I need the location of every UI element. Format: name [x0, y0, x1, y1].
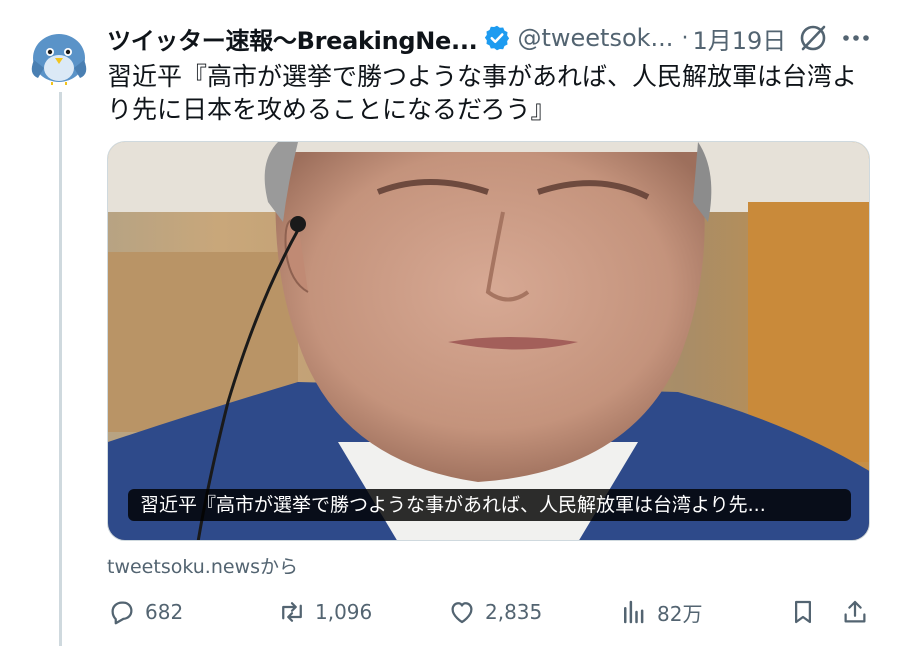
- reply-icon: [111, 601, 133, 625]
- reply-button[interactable]: 682: [107, 594, 183, 630]
- retweet-icon: [282, 602, 302, 622]
- like-button[interactable]: 2,835: [447, 594, 542, 630]
- views-button[interactable]: 82万: [619, 594, 702, 630]
- tweet-text: 習近平『高市が選挙で勝つような事があれば、人民解放軍は台湾より先に日本を攻めるこ…: [107, 62, 858, 124]
- like-count: 2,835: [485, 600, 543, 624]
- share-button[interactable]: [840, 594, 870, 630]
- thread-line: [59, 92, 62, 646]
- user-handle[interactable]: @tweetsok...: [517, 24, 673, 52]
- tweet-media[interactable]: 習近平『高市が選挙で勝つような事があれば、人民解放軍は台湾より先...: [107, 141, 870, 541]
- bird-avatar-icon: [31, 34, 87, 85]
- bookmark-button[interactable]: [788, 594, 818, 630]
- tweet-date[interactable]: 1月19日: [692, 21, 786, 56]
- tweet-header: ツイッター速報〜BreakingNe... @tweetsok... · 1月1…: [107, 20, 882, 56]
- view-count: 82万: [657, 601, 703, 626]
- like-icon: [451, 602, 473, 624]
- action-bar: 682 1,096 2,835 82万: [107, 594, 877, 630]
- avatar[interactable]: [28, 24, 90, 86]
- display-name[interactable]: ツイッター速報〜BreakingNe...: [107, 21, 478, 56]
- retweet-button[interactable]: 1,096: [277, 594, 372, 630]
- link-source[interactable]: tweetsoku.newsから: [107, 552, 298, 579]
- retweet-count: 1,096: [315, 600, 373, 624]
- bookmark-icon: [795, 600, 811, 624]
- reply-count: 682: [145, 600, 184, 624]
- grok-icon[interactable]: [797, 22, 829, 54]
- photo-image: [108, 142, 869, 540]
- views-icon: [624, 600, 644, 624]
- more-icon[interactable]: [840, 24, 872, 52]
- separator-dot: ·: [681, 25, 689, 51]
- media-caption: 習近平『高市が選挙で勝つような事があれば、人民解放軍は台湾より先...: [128, 489, 851, 521]
- share-icon: [844, 600, 866, 623]
- verified-badge-icon: [483, 24, 511, 52]
